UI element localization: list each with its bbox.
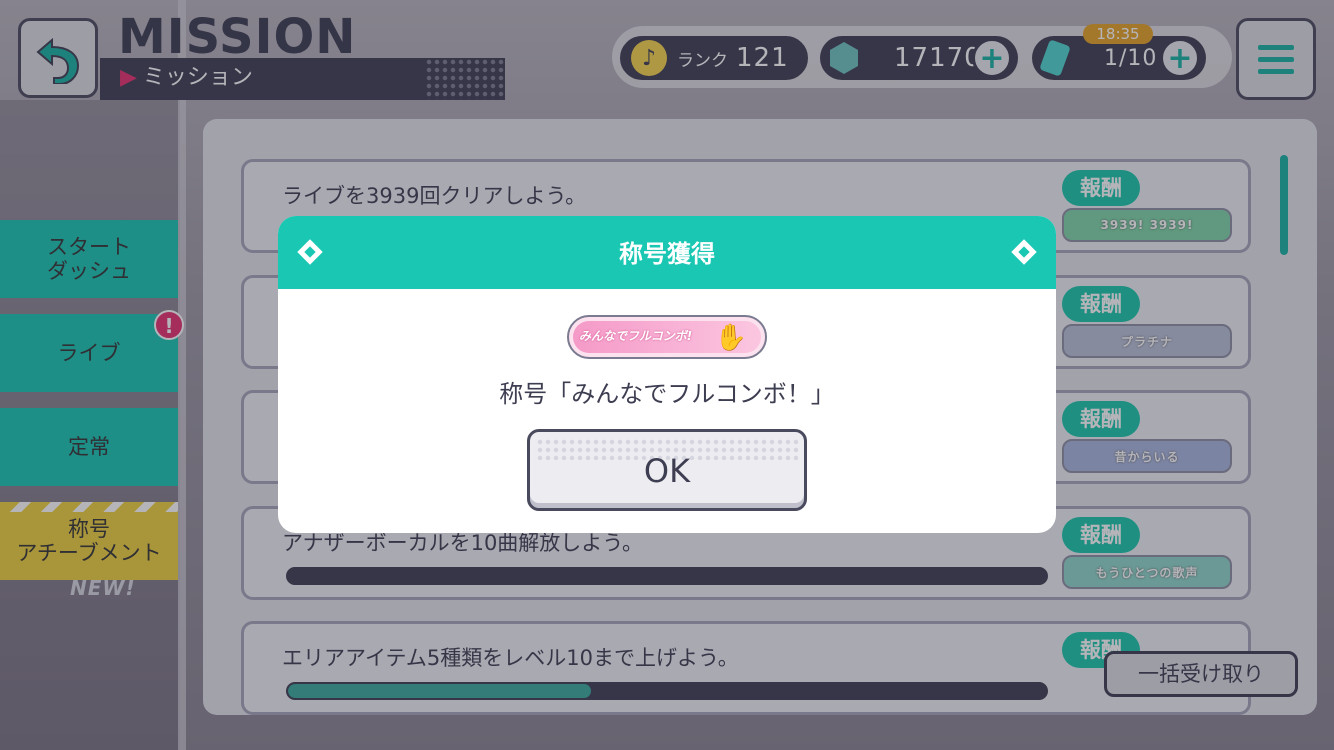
clapping-hands-icon: ✋ [714,323,747,353]
ok-button-label: OK [643,452,691,490]
ok-button[interactable]: OK [527,429,807,511]
dialog-message: 称号「みんなでフルコンボ！」 [499,380,835,408]
dialog-title: 称号獲得 [619,240,715,268]
title-acquired-dialog: 称号獲得 みんなでフルコンボ! ✋ 称号「みんなでフルコンボ！」 OK [278,216,1056,533]
title-badge: みんなでフルコンボ! ✋ [567,315,767,359]
title-badge-text: みんなでフルコンボ! [579,329,693,343]
